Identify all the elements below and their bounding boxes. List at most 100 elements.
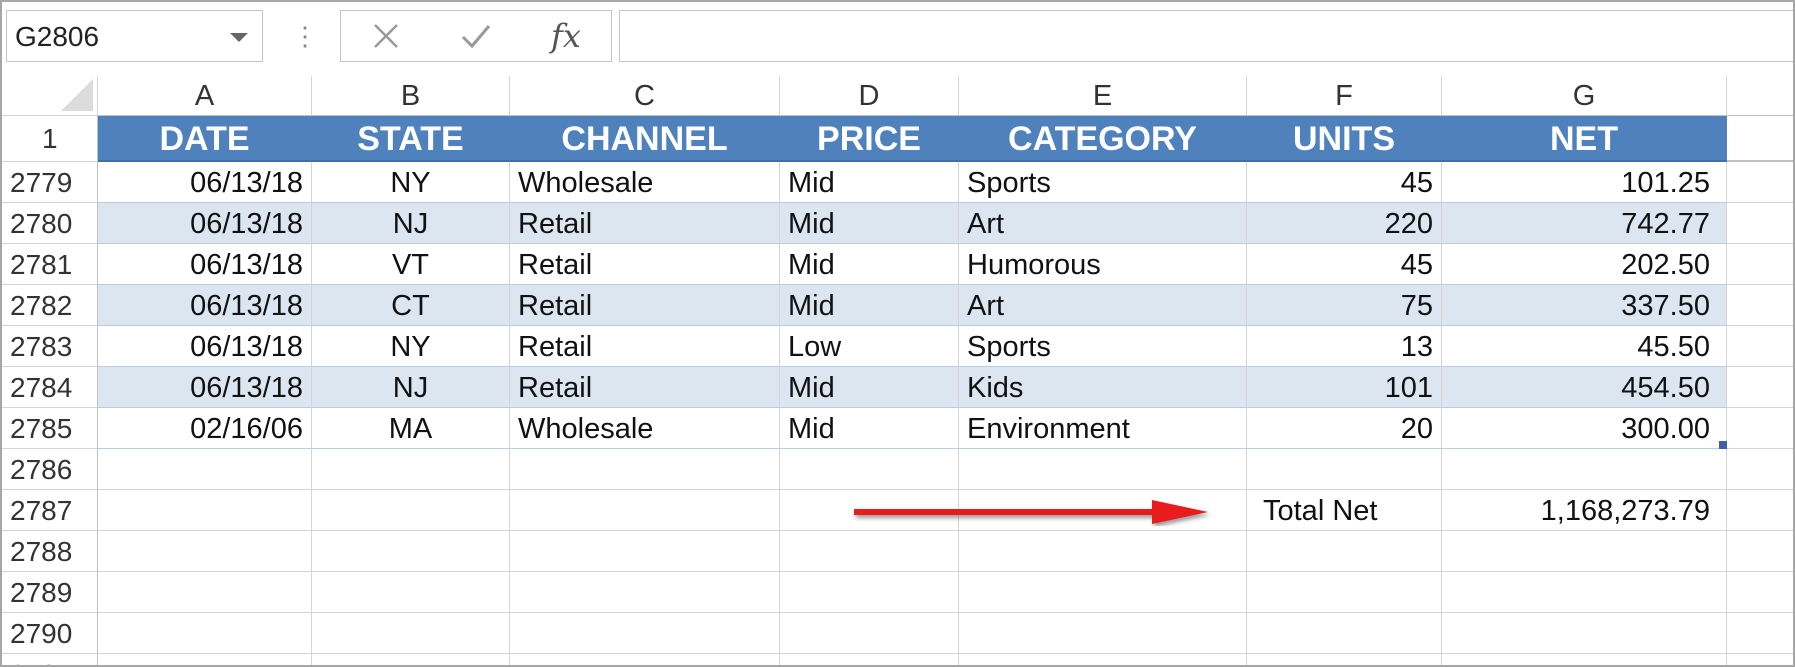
blank-cell[interactable] [1727, 116, 1793, 162]
table-cell[interactable]: Retail [510, 285, 780, 326]
table-cell[interactable]: 300.00 [1442, 408, 1727, 449]
select-all-button[interactable] [2, 76, 98, 116]
grid-cell[interactable] [312, 613, 510, 654]
blank-cell[interactable] [1727, 613, 1793, 654]
grid-cell[interactable] [98, 490, 312, 531]
table-cell[interactable]: NY [312, 326, 510, 367]
table-cell[interactable]: Mid [780, 408, 959, 449]
grid-cell[interactable] [959, 531, 1247, 572]
grid-cell[interactable] [98, 613, 312, 654]
table-cell[interactable]: Sports [959, 162, 1247, 203]
grid-cell[interactable] [312, 449, 510, 490]
table-cell[interactable]: 101 [1247, 367, 1442, 408]
row-header[interactable]: 2784 [2, 367, 98, 408]
table-cell[interactable]: 06/13/18 [98, 203, 312, 244]
table-cell[interactable]: Wholesale [510, 408, 780, 449]
grid-cell[interactable] [1442, 449, 1727, 490]
table-cell[interactable]: Mid [780, 285, 959, 326]
grid-cell[interactable] [98, 654, 312, 665]
table-cell[interactable]: Art [959, 285, 1247, 326]
grid-cell[interactable] [510, 613, 780, 654]
header-cell-category[interactable]: CATEGORY [959, 116, 1247, 162]
column-header-e[interactable]: E [959, 76, 1247, 116]
table-cell[interactable]: 06/13/18 [98, 244, 312, 285]
grid-cell[interactable] [1247, 572, 1442, 613]
table-cell[interactable]: 220 [1247, 203, 1442, 244]
chevron-down-icon[interactable] [230, 33, 248, 42]
row-header[interactable]: 2791 [2, 654, 98, 665]
blank-cell[interactable] [1727, 244, 1793, 285]
table-cell[interactable]: Sports [959, 326, 1247, 367]
total-net-label[interactable]: Total Net [1247, 490, 1442, 531]
header-cell-date[interactable]: DATE [98, 116, 312, 162]
grid-cell[interactable] [959, 572, 1247, 613]
row-header[interactable]: 2779 [2, 162, 98, 203]
table-cell[interactable]: 101.25 [1442, 162, 1727, 203]
table-cell[interactable]: 06/13/18 [98, 367, 312, 408]
row-header-1[interactable]: 1 [2, 116, 98, 162]
grid-cell[interactable] [312, 572, 510, 613]
row-header[interactable]: 2783 [2, 326, 98, 367]
table-cell[interactable]: Retail [510, 326, 780, 367]
blank-cell[interactable] [1727, 490, 1793, 531]
table-cell[interactable]: Humorous [959, 244, 1247, 285]
grid-cell[interactable] [510, 490, 780, 531]
grid-cell[interactable] [98, 572, 312, 613]
header-cell-price[interactable]: PRICE [780, 116, 959, 162]
grid-cell[interactable] [780, 613, 959, 654]
header-cell-state[interactable]: STATE [312, 116, 510, 162]
table-cell[interactable]: VT [312, 244, 510, 285]
grid-cell[interactable] [1442, 531, 1727, 572]
table-cell[interactable]: 337.50 [1442, 285, 1727, 326]
row-header[interactable]: 2789 [2, 572, 98, 613]
blank-cell[interactable] [1727, 203, 1793, 244]
grid-cell[interactable] [510, 449, 780, 490]
table-cell[interactable]: Retail [510, 244, 780, 285]
row-header[interactable]: 2780 [2, 203, 98, 244]
header-cell-units[interactable]: UNITS [1247, 116, 1442, 162]
grid-cell[interactable] [312, 490, 510, 531]
table-cell[interactable]: 45.50 [1442, 326, 1727, 367]
table-cell[interactable]: CT [312, 285, 510, 326]
grid-cell[interactable] [1247, 449, 1442, 490]
column-header-c[interactable]: C [510, 76, 780, 116]
table-cell[interactable]: NY [312, 162, 510, 203]
header-cell-channel[interactable]: CHANNEL [510, 116, 780, 162]
close-icon[interactable] [361, 17, 411, 55]
grid-cell[interactable] [312, 531, 510, 572]
table-cell[interactable]: NJ [312, 203, 510, 244]
insert-function-button[interactable]: fx [541, 17, 591, 55]
table-cell[interactable]: Mid [780, 367, 959, 408]
table-cell[interactable]: Retail [510, 367, 780, 408]
table-cell[interactable]: 45 [1247, 244, 1442, 285]
row-header[interactable]: 2790 [2, 613, 98, 654]
grid-cell[interactable] [510, 572, 780, 613]
table-cell[interactable]: 06/13/18 [98, 326, 312, 367]
table-cell[interactable]: Art [959, 203, 1247, 244]
table-cell[interactable]: 742.77 [1442, 203, 1727, 244]
blank-cell[interactable] [1727, 572, 1793, 613]
grid-cell[interactable] [510, 531, 780, 572]
blank-cell[interactable] [1727, 367, 1793, 408]
table-cell[interactable]: 20 [1247, 408, 1442, 449]
grid-cell[interactable] [98, 531, 312, 572]
grid-cell[interactable] [780, 654, 959, 665]
row-header[interactable]: 2782 [2, 285, 98, 326]
table-cell[interactable]: 02/16/06 [98, 408, 312, 449]
column-header-f[interactable]: F [1247, 76, 1442, 116]
name-box[interactable]: G2806 [6, 10, 263, 62]
grid-cell[interactable] [780, 449, 959, 490]
blank-cell[interactable] [1727, 531, 1793, 572]
blank-cell[interactable] [1727, 449, 1793, 490]
grid-cell[interactable] [959, 613, 1247, 654]
blank-cell[interactable] [1727, 408, 1793, 449]
formula-input[interactable] [619, 10, 1793, 62]
row-header[interactable]: 2787 [2, 490, 98, 531]
column-header-d[interactable]: D [780, 76, 959, 116]
table-cell[interactable]: Low [780, 326, 959, 367]
table-cell[interactable]: Mid [780, 162, 959, 203]
total-net-value[interactable]: 1,168,273.79 [1442, 490, 1727, 531]
table-cell[interactable]: Mid [780, 203, 959, 244]
grid-cell[interactable] [312, 654, 510, 665]
table-cell[interactable]: 75 [1247, 285, 1442, 326]
